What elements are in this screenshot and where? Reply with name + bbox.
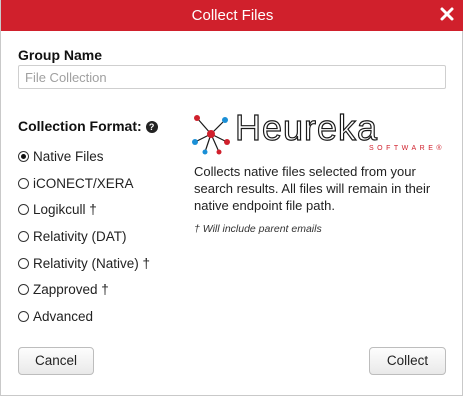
collection-format-text: Collection Format: — [18, 118, 142, 134]
radio-option-advanced[interactable]: Advanced — [18, 303, 150, 330]
group-name-label: Group Name — [18, 47, 103, 63]
radio-option-native-files[interactable]: Native Files — [18, 143, 150, 170]
radio-button[interactable] — [18, 150, 29, 162]
dialog-title: Collect Files — [191, 7, 274, 24]
radio-option-zapproved[interactable]: Zapproved † — [18, 276, 150, 303]
logo-subword: SOFTWARE® — [369, 145, 446, 152]
radio-button[interactable] — [18, 204, 29, 216]
radio-label: Advanced — [33, 308, 94, 324]
format-description: Collects native files selected from your… — [194, 164, 431, 213]
radio-button[interactable] — [18, 284, 29, 296]
format-footnote: † Will include parent emails — [194, 223, 322, 235]
collect-button[interactable]: Collect — [369, 347, 446, 375]
radio-label: Zapproved † — [33, 282, 109, 298]
collect-files-dialog: Collect Files Group Name Collection Form… — [0, 0, 463, 396]
radio-label: Relativity (DAT) — [33, 228, 127, 244]
help-icon[interactable]: ? — [145, 121, 158, 133]
radio-label: Logikcull † — [33, 202, 97, 218]
logo-wordmark: Heureka — [234, 107, 379, 148]
radio-button[interactable] — [18, 310, 29, 322]
radio-label: Relativity (Native) † — [33, 255, 151, 271]
radio-option-iconect-xera[interactable]: iCONECT/XERA — [18, 170, 150, 197]
radio-label: Native Files — [33, 148, 104, 164]
radio-option-relativity-native[interactable]: Relativity (Native) † — [18, 250, 150, 277]
collection-format-label: Collection Format:? — [18, 118, 158, 134]
logo-network-icon — [192, 115, 230, 155]
radio-label: iCONECT/XERA — [33, 175, 134, 191]
cancel-button[interactable]: Cancel — [18, 347, 94, 375]
close-icon[interactable] — [438, 5, 456, 23]
radio-button[interactable] — [18, 257, 29, 269]
radio-option-logikcull[interactable]: Logikcull † — [18, 196, 150, 223]
collection-format-options: Native Files iCONECT/XERA Logikcull † Re… — [18, 143, 150, 330]
dialog-titlebar: Collect Files — [1, 0, 463, 31]
heureka-logo: Heureka SOFTWARE® — [191, 107, 442, 156]
group-name-input[interactable] — [18, 65, 446, 89]
radio-button[interactable] — [18, 230, 29, 242]
radio-option-relativity-dat[interactable]: Relativity (DAT) — [18, 223, 150, 250]
radio-button[interactable] — [18, 177, 29, 189]
